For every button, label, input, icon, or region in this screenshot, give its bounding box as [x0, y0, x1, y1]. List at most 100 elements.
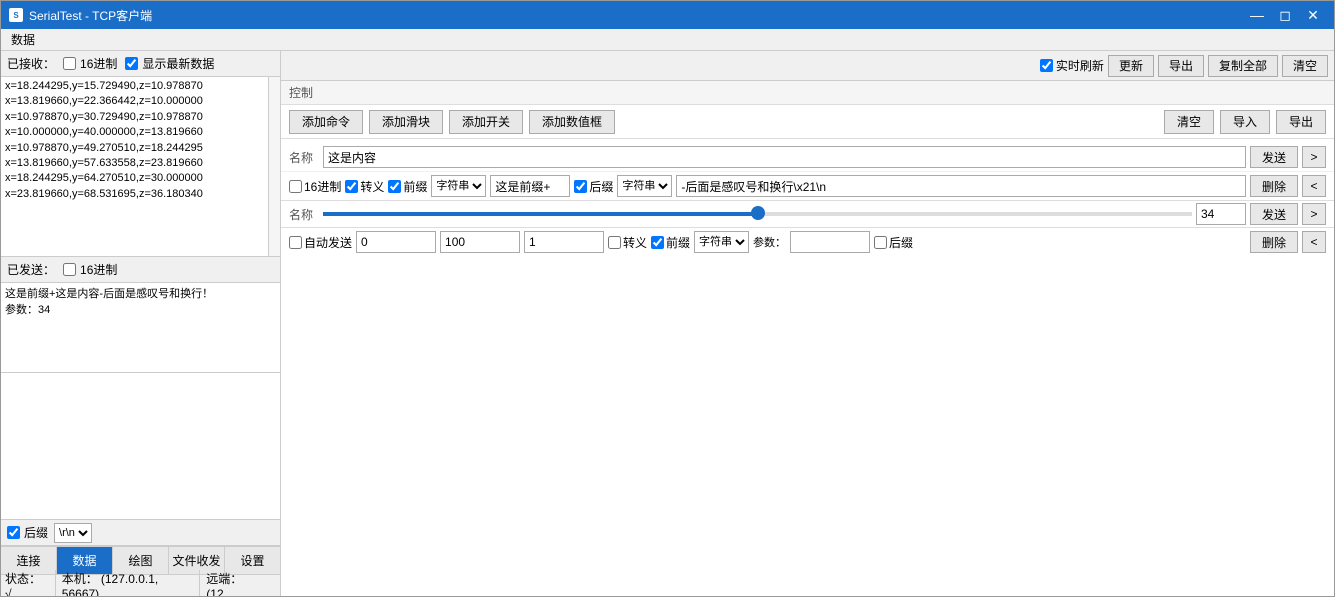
slider1-suffix-group[interactable]: 后缀 — [874, 234, 913, 251]
top-toolbar: 实时刷新 更新 导出 复制全部 清空 — [281, 51, 1334, 81]
slider1-interval-value[interactable] — [440, 231, 520, 253]
control-title: 控制 — [289, 84, 313, 101]
command1-suffix-input[interactable] — [676, 175, 1246, 197]
command1-escape-label: 转义 — [360, 178, 384, 195]
sent-hex-checkbox-group[interactable]: 16进制 — [63, 261, 117, 278]
status-remote: 远端： (12... — [206, 570, 276, 596]
slider1-auto-group[interactable]: 自动发送 — [289, 234, 352, 251]
sent-hex-label: 16进制 — [80, 261, 117, 278]
app-icon: S — [9, 8, 23, 22]
slider1-suffix-checkbox[interactable] — [874, 236, 887, 249]
command1-hex-checkbox[interactable] — [289, 180, 302, 193]
menu-data[interactable]: 数据 — [5, 29, 41, 50]
slider1-auto-row: 自动发送 转义 前缀 — [281, 228, 1334, 256]
clear-button[interactable]: 清空 — [1282, 55, 1328, 77]
slider1-auto-value[interactable] — [356, 231, 436, 253]
slider1-escape-group[interactable]: 转义 — [608, 234, 647, 251]
control-clear-button[interactable]: 清空 — [1164, 110, 1214, 134]
slider1-auto-checkbox[interactable] — [289, 236, 302, 249]
command1-escape-group[interactable]: 转义 — [345, 178, 384, 195]
command1-hex-group[interactable]: 16进制 — [289, 178, 341, 195]
slider1-arrow2-button[interactable]: < — [1302, 231, 1326, 253]
command1-name-row: 名称 发送 > — [281, 143, 1334, 172]
slider1-value-input[interactable] — [1196, 203, 1246, 225]
control-import-button[interactable]: 导入 — [1220, 110, 1270, 134]
hex-checkbox-group[interactable]: 16进制 — [63, 55, 117, 72]
command1-delete-button[interactable]: 删除 — [1250, 175, 1298, 197]
received-label: 已接收： — [7, 55, 55, 72]
sent-header: 已发送： 16进制 — [1, 257, 280, 283]
command1-name-input[interactable] — [323, 146, 1246, 168]
command1-escape-checkbox[interactable] — [345, 180, 358, 193]
slider1-prefix-group[interactable]: 前缀 — [651, 234, 690, 251]
postfix-area: 后缀 \r\n — [1, 520, 280, 546]
command1-arrow-button[interactable]: > — [1302, 146, 1326, 168]
slider1-step-value[interactable] — [524, 231, 604, 253]
slider1-track[interactable] — [323, 212, 1192, 216]
command1-suffix-type[interactable]: 字符串 — [617, 175, 672, 197]
slider1-suffix-label: 后缀 — [889, 234, 913, 251]
add-command-button[interactable]: 添加命令 — [289, 110, 363, 134]
add-slider-button[interactable]: 添加滑块 — [369, 110, 443, 134]
window-title: SerialTest - TCP客户端 — [29, 7, 152, 24]
minimize-button[interactable]: — — [1244, 5, 1270, 25]
slider1-delete-button[interactable]: 删除 — [1250, 231, 1298, 253]
menu-bar: 数据 — [1, 29, 1334, 51]
slider1-escape-checkbox[interactable] — [608, 236, 621, 249]
realtime-checkbox[interactable] — [1040, 59, 1053, 72]
update-button[interactable]: 更新 — [1108, 55, 1154, 77]
command1-prefix-group[interactable]: 前缀 — [388, 178, 427, 195]
realtime-label: 实时刷新 — [1056, 57, 1104, 74]
command1-suffix-checkbox[interactable] — [574, 180, 587, 193]
title-bar-left: S SerialTest - TCP客户端 — [9, 7, 152, 24]
export-button[interactable]: 导出 — [1158, 55, 1204, 77]
slider1-prefix-label: 前缀 — [666, 234, 690, 251]
received-scrollbar[interactable] — [268, 77, 280, 256]
sent-area: 这是前缀+这是内容-后面是感叹号和换行！ 参数：34 — [1, 283, 280, 373]
command1-prefix-checkbox[interactable] — [388, 180, 401, 193]
postfix-select[interactable]: \r\n — [54, 523, 92, 543]
status-bar: 状态： √ 本机： (127.0.0.1, 56667) 远端： (12... — [1, 574, 280, 596]
control-toolbar: 添加命令 添加滑块 添加开关 添加数值框 清空 导入 导出 — [281, 105, 1334, 139]
slider1-arrow-button[interactable]: > — [1302, 203, 1326, 225]
slider1-thumb[interactable] — [751, 206, 765, 220]
command1-arrow2-button[interactable]: < — [1302, 175, 1326, 197]
main-window: S SerialTest - TCP客户端 — ◻ ✕ 数据 已接收： 16进制 — [0, 0, 1335, 597]
postfix-checkbox[interactable] — [7, 526, 20, 539]
command1-send-button[interactable]: 发送 — [1250, 146, 1298, 168]
command1-suffix-group[interactable]: 后缀 — [574, 178, 613, 195]
control-export-button[interactable]: 导出 — [1276, 110, 1326, 134]
add-switch-button[interactable]: 添加开关 — [449, 110, 523, 134]
slider1-row: 名称 发送 > — [281, 201, 1334, 228]
slider1-escape-label: 转义 — [623, 234, 647, 251]
add-value-button[interactable]: 添加数值框 — [529, 110, 615, 134]
show-latest-checkbox[interactable] — [125, 57, 138, 70]
slider1-param-input[interactable] — [790, 231, 870, 253]
received-header: 已接收： 16进制 显示最新数据 — [1, 51, 280, 77]
slider1-fill — [323, 212, 758, 216]
postfix-checkbox-group[interactable]: 后缀 — [7, 524, 48, 541]
sent-hex-checkbox[interactable] — [63, 263, 76, 276]
sent-label: 已发送： — [7, 261, 55, 278]
sent-content: 这是前缀+这是内容-后面是感叹号和换行！ 参数：34 — [5, 285, 276, 317]
hex-checkbox[interactable] — [63, 57, 76, 70]
slider1-send-button[interactable]: 发送 — [1250, 203, 1298, 225]
slider1-prefix-type[interactable]: 字符串 — [694, 231, 749, 253]
command1-prefix-type[interactable]: 字符串 — [431, 175, 486, 197]
copy-all-button[interactable]: 复制全部 — [1208, 55, 1278, 77]
hex-label: 16进制 — [80, 55, 117, 72]
command1-options-row: 16进制 转义 前缀 字符串 — [281, 172, 1334, 201]
restore-button[interactable]: ◻ — [1272, 5, 1298, 25]
realtime-checkbox-group[interactable]: 实时刷新 — [1040, 57, 1104, 74]
status-state: 状态： √ — [5, 570, 56, 596]
control-header: 控制 — [281, 81, 1334, 105]
received-area: x=18.244295,y=15.729490,z=10.978870 x=13… — [1, 77, 280, 257]
command1-prefix-input[interactable] — [490, 175, 570, 197]
postfix-label: 后缀 — [24, 524, 48, 541]
title-bar: S SerialTest - TCP客户端 — ◻ ✕ — [1, 1, 1334, 29]
slider1-param-label: 参数： — [753, 234, 786, 250]
show-latest-checkbox-group[interactable]: 显示最新数据 — [125, 55, 214, 72]
slider1-prefix-checkbox[interactable] — [651, 236, 664, 249]
close-button[interactable]: ✕ — [1300, 5, 1326, 25]
title-controls: — ◻ ✕ — [1244, 5, 1326, 25]
